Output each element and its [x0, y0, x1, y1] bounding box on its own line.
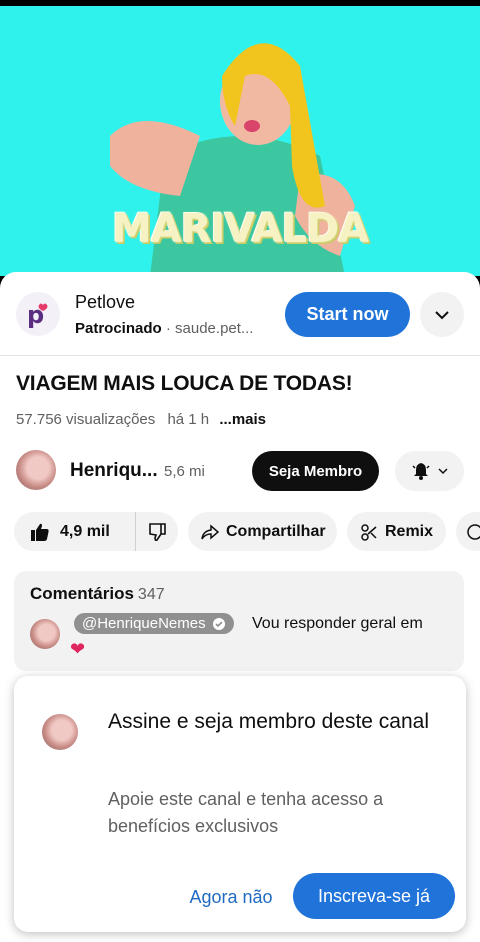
- ad-start-now-button[interactable]: Start now: [285, 292, 410, 337]
- video-player[interactable]: MARIVALDA: [0, 6, 480, 276]
- verified-check-icon: [212, 617, 225, 630]
- share-label: Compartilhar: [226, 522, 326, 540]
- comments-header: Comentários 347: [30, 584, 165, 604]
- channel-avatar[interactable]: [16, 450, 56, 490]
- like-button[interactable]: 4,9 mil: [14, 512, 136, 551]
- join-member-button[interactable]: Seja Membro: [252, 451, 379, 491]
- petlove-logo-icon: p: [16, 292, 60, 336]
- comments-title: Comentários: [30, 584, 134, 603]
- subscriber-count: 5,6 mi: [164, 463, 205, 480]
- comment-text: Vou responder geral em: [252, 615, 423, 632]
- ad-separator: ·: [165, 320, 171, 337]
- like-count: 4,9 mil: [60, 522, 110, 540]
- not-now-button[interactable]: Agora não: [174, 877, 288, 917]
- ad-domain: saude.pet...: [175, 320, 254, 337]
- remix-label: Remix: [385, 522, 434, 540]
- channel-avatar: [42, 714, 78, 750]
- upload-age: há 1 h: [167, 411, 210, 428]
- ad-advertiser-name: Petlove: [75, 292, 136, 312]
- comment-author: @HenriqueNemes: [82, 615, 206, 632]
- video-title: VIAGEM MAIS LOUCA DE TODAS!: [16, 372, 353, 395]
- comments-section[interactable]: Comentários 347 @HenriqueNemes Vou respon…: [14, 571, 464, 671]
- chevron-down-icon: [437, 468, 448, 475]
- ad-expand-button[interactable]: [420, 292, 464, 337]
- video-overlay-text: MARIVALDA: [111, 206, 369, 252]
- channel-name[interactable]: Henriqu...: [70, 460, 158, 482]
- thanks-icon: [467, 523, 480, 540]
- membership-prompt-title: Assine e seja membro deste canal: [108, 710, 429, 733]
- membership-prompt-sheet: Assine e seja membro deste canal Apoie e…: [14, 676, 466, 932]
- creator-tag: @HenriqueNemes: [74, 613, 234, 634]
- subscribe-now-button[interactable]: Inscreva-se já: [293, 873, 455, 919]
- heart-emoji: ❤: [70, 639, 86, 659]
- ad-subtitle: Patrocinado · saude.pet...: [75, 320, 253, 337]
- comments-count: 347: [137, 586, 165, 603]
- thumbs-up-icon: [31, 523, 49, 541]
- bell-icon: [411, 463, 430, 480]
- share-button[interactable]: Compartilhar: [188, 512, 337, 551]
- remix-button[interactable]: Remix: [347, 512, 446, 551]
- membership-prompt-description: Apoie este canal e tenha acesso a benefí…: [108, 789, 384, 836]
- notification-bell-button[interactable]: [395, 451, 464, 491]
- chevron-down-icon: [435, 310, 449, 319]
- video-meta[interactable]: 57.756 visualizações há 1 h ...mais: [16, 411, 266, 428]
- like-dislike-pill: 4,9 mil: [14, 512, 178, 551]
- view-count: 57.756 visualizações: [16, 411, 156, 428]
- sponsored-label: Patrocinado: [75, 320, 162, 337]
- thumbs-down-icon: [149, 522, 166, 541]
- remix-icon: [361, 523, 377, 541]
- commenter-avatar: [30, 619, 60, 649]
- share-icon: [201, 523, 220, 540]
- dislike-button[interactable]: [136, 522, 178, 542]
- more-link[interactable]: ...mais: [219, 411, 266, 428]
